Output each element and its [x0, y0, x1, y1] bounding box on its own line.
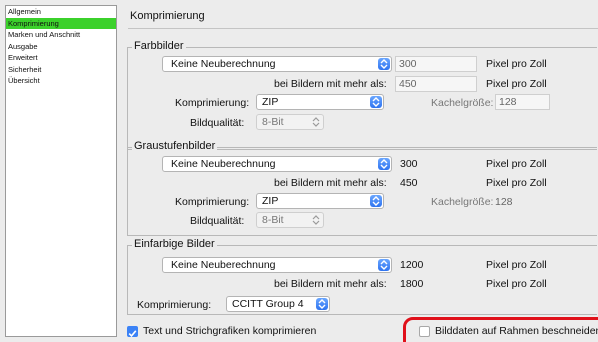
- grayscale-above-label: bei Bildern mit mehr als:: [274, 177, 387, 189]
- monochrome-resample-select[interactable]: Keine Neuberechnung: [162, 257, 392, 273]
- grayscale-quality-label: Bildqualität:: [190, 215, 245, 227]
- color-tile-label: Kachelgröße:: [431, 97, 494, 109]
- grayscale-ppi-field[interactable]: 300: [400, 158, 418, 170]
- color-compression-select[interactable]: ZIP: [256, 94, 384, 110]
- grayscale-quality-value: 8-Bit: [262, 214, 284, 226]
- color-quality-select[interactable]: 8-Bit: [256, 114, 324, 130]
- monochrome-compression-value: CCITT Group 4: [232, 298, 304, 310]
- grayscale-images-group-title: Graustufenbilder: [132, 140, 218, 152]
- color-images-group: Farbbilder Keine Neuberechnung 300 Pixel…: [127, 40, 597, 150]
- dropdown-arrow-icon: [370, 96, 382, 108]
- compress-text-label[interactable]: Text und Strichgrafiken komprimieren: [143, 325, 316, 337]
- sidebar-item-marken-und-anschnitt[interactable]: Marken und Anschnitt: [6, 29, 116, 41]
- sidebar-item-ausgabe[interactable]: Ausgabe: [6, 41, 116, 53]
- color-compression-label: Komprimierung:: [175, 97, 250, 109]
- grayscale-above-field[interactable]: 450: [400, 177, 418, 189]
- grayscale-tile-label: Kachelgröße:: [431, 196, 494, 208]
- color-tile-field[interactable]: 128: [495, 94, 550, 110]
- color-ppi-field[interactable]: 300: [395, 56, 477, 72]
- color-compression-value: ZIP: [262, 96, 279, 108]
- monochrome-images-group: Einfarbige Bilder Keine Neuberechnung 12…: [127, 238, 597, 315]
- dropdown-arrow-icon: [310, 116, 322, 128]
- color-resample-select[interactable]: Keine Neuberechnung: [162, 56, 392, 72]
- sidebar-item-erweitert[interactable]: Erweitert: [6, 52, 116, 64]
- sidebar-item-allgemein[interactable]: Allgemein: [6, 6, 116, 18]
- grayscale-resample-value: Keine Neuberechnung: [171, 158, 276, 170]
- main-panel: Komprimierung Farbbilder Keine Neuberech…: [117, 0, 598, 342]
- dropdown-arrow-icon: [378, 259, 390, 271]
- monochrome-above-field[interactable]: 1800: [400, 278, 423, 290]
- dropdown-arrow-icon: [310, 214, 322, 226]
- grayscale-compression-value: ZIP: [262, 195, 279, 207]
- sidebar-list: Allgemein Komprimierung Marken und Ansch…: [5, 5, 117, 337]
- checkmark-icon: [128, 330, 137, 338]
- title-divider: [128, 28, 598, 29]
- color-above-unit: Pixel pro Zoll: [486, 78, 547, 90]
- dropdown-arrow-icon: [370, 195, 382, 207]
- dropdown-arrow-icon: [378, 58, 390, 70]
- monochrome-resample-value: Keine Neuberechnung: [171, 259, 276, 271]
- grayscale-compression-select[interactable]: ZIP: [256, 193, 384, 209]
- monochrome-above-unit: Pixel pro Zoll: [486, 278, 547, 290]
- monochrome-ppi-unit: Pixel pro Zoll: [486, 259, 547, 271]
- color-above-field[interactable]: 450: [395, 76, 477, 92]
- sidebar-item-komprimierung[interactable]: Komprimierung: [6, 17, 116, 29]
- monochrome-compression-label: Komprimierung:: [137, 299, 212, 311]
- highlight-annotation: [403, 317, 598, 342]
- monochrome-compression-select[interactable]: CCITT Group 4: [226, 296, 330, 312]
- compress-text-checkbox[interactable]: [127, 326, 138, 338]
- color-ppi-unit: Pixel pro Zoll: [486, 58, 547, 70]
- monochrome-ppi-field[interactable]: 1200: [400, 259, 423, 271]
- grayscale-resample-select[interactable]: Keine Neuberechnung: [162, 156, 392, 172]
- dropdown-arrow-icon: [316, 298, 328, 310]
- grayscale-images-group: Graustufenbilder Keine Neuberechnung 300…: [127, 140, 597, 236]
- color-resample-value: Keine Neuberechnung: [171, 58, 276, 70]
- color-quality-label: Bildqualität:: [190, 117, 245, 129]
- color-images-group-title: Farbbilder: [132, 40, 186, 52]
- monochrome-images-group-title: Einfarbige Bilder: [132, 238, 217, 250]
- sidebar-item-sicherheit[interactable]: Sicherheit: [6, 64, 116, 76]
- page-title: Komprimierung: [130, 10, 205, 22]
- grayscale-compression-label: Komprimierung:: [175, 196, 250, 208]
- sidebar-item-uebersicht[interactable]: Übersicht: [6, 75, 116, 87]
- grayscale-above-unit: Pixel pro Zoll: [486, 177, 547, 189]
- dropdown-arrow-icon: [378, 158, 390, 170]
- grayscale-quality-select[interactable]: 8-Bit: [256, 212, 324, 228]
- grayscale-tile-field[interactable]: 128: [495, 196, 513, 208]
- color-quality-value: 8-Bit: [262, 116, 284, 128]
- monochrome-above-label: bei Bildern mit mehr als:: [274, 278, 387, 290]
- color-above-label: bei Bildern mit mehr als:: [274, 78, 387, 90]
- grayscale-ppi-unit: Pixel pro Zoll: [486, 158, 547, 170]
